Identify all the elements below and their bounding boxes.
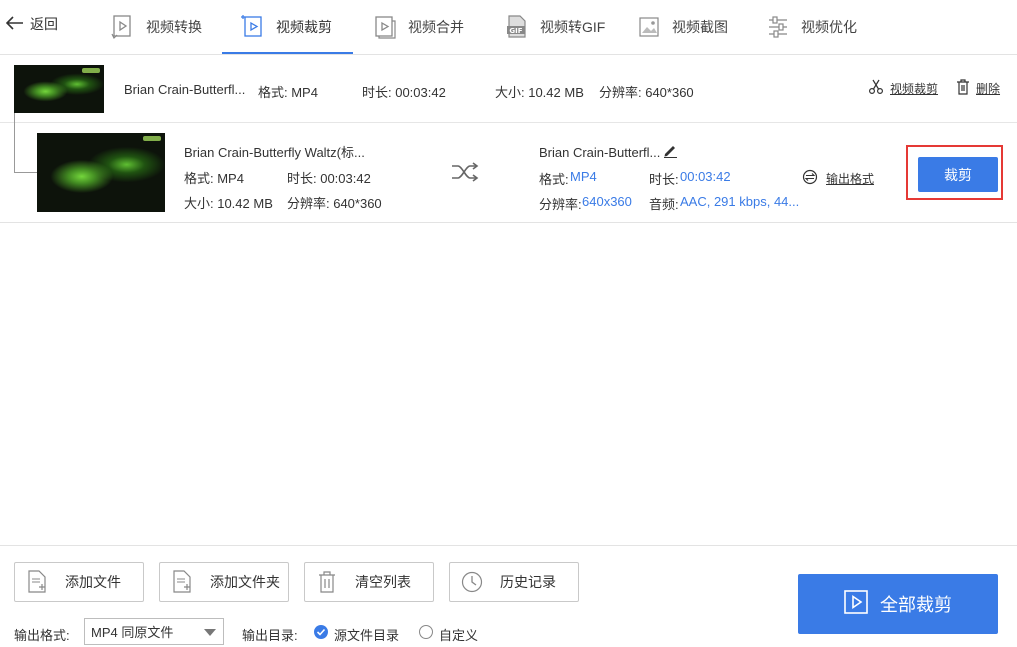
crop-button[interactable]: 裁剪 [918, 157, 998, 192]
radio-custom-dir[interactable] [419, 625, 433, 639]
screenshot-icon [636, 14, 662, 40]
file-thumbnail[interactable] [14, 65, 104, 113]
output-format-label: 格式: [539, 172, 569, 187]
tab-video-convert[interactable]: 视频转换 [110, 0, 202, 54]
play-icon [844, 589, 868, 619]
back-button[interactable]: 返回 [5, 12, 58, 36]
trash-icon [315, 570, 339, 594]
delete-link[interactable]: 删除 [956, 79, 1000, 98]
source-format: 格式: MP4 [184, 171, 244, 186]
add-folder-label: 添加文件夹 [210, 574, 280, 590]
tab-video-crop[interactable]: 视频裁剪 [240, 0, 332, 54]
tab-label: 视频合并 [408, 19, 464, 35]
output-resolution-label: 分辨率: [539, 197, 582, 212]
chevron-down-icon [204, 629, 216, 636]
video-merge-icon [372, 14, 398, 40]
radio-custom-dir-label[interactable]: 自定义 [439, 625, 478, 644]
radio-source-dir[interactable] [314, 625, 328, 639]
shuffle-arrow-icon [451, 162, 479, 185]
bottom-divider [0, 545, 1017, 546]
tab-label: 视频裁剪 [276, 19, 332, 35]
tab-label: 视频转换 [146, 19, 202, 35]
video-convert-icon [110, 14, 136, 40]
tab-video-optimize[interactable]: 视频优化 [765, 0, 857, 54]
output-format-value: MP4 [570, 169, 597, 184]
output-resolution-value: 640x360 [582, 194, 632, 209]
add-folder-button[interactable]: 添加文件夹 [159, 562, 289, 602]
arrow-left-icon [5, 15, 24, 33]
add-file-label: 添加文件 [65, 574, 121, 590]
output-format-link[interactable]: 输出格式 [802, 169, 874, 188]
history-button[interactable]: 历史记录 [449, 562, 579, 602]
add-file-icon [25, 570, 49, 594]
scissors-icon [868, 79, 884, 98]
output-audio-label: 音频: [649, 197, 679, 212]
source-size: 大小: 10.42 MB [184, 196, 273, 211]
crop-video-link[interactable]: 视频裁剪 [868, 79, 938, 98]
output-duration-label: 时长: [649, 172, 679, 187]
source-name: Brian Crain-Butterfly Waltz(标... [184, 145, 365, 160]
back-label: 返回 [30, 16, 58, 32]
tab-label: 视频优化 [801, 19, 857, 35]
radio-source-dir-label[interactable]: 源文件目录 [334, 625, 399, 644]
clear-list-label: 清空列表 [355, 574, 411, 590]
add-folder-icon [170, 570, 194, 594]
output-format-label: 输出格式: [14, 628, 70, 643]
file-format: 格式: MP4 [258, 85, 318, 100]
tab-label: 视频转GIF [540, 19, 606, 35]
clock-icon [460, 570, 484, 594]
file-name: Brian Crain-Butterfl... [124, 82, 246, 97]
tab-video-to-gif[interactable]: GIF 视频转GIF [504, 0, 605, 54]
source-thumbnail[interactable] [37, 133, 165, 212]
crop-all-label: 全部裁剪 [880, 595, 952, 615]
output-name: Brian Crain-Butterfl... [539, 145, 661, 160]
output-dir-label: 输出目录: [242, 628, 298, 643]
add-file-button[interactable]: 添加文件 [14, 562, 144, 602]
trash-icon [956, 79, 970, 98]
tab-video-screenshot[interactable]: 视频截图 [636, 0, 728, 54]
source-duration: 时长: 00:03:42 [287, 171, 371, 186]
output-format-select[interactable]: MP4 同原文件 [84, 618, 224, 645]
output-format-select-value: MP4 同原文件 [91, 625, 174, 640]
video-crop-icon [240, 14, 266, 40]
output-audio-value: AAC, 291 kbps, 44... [680, 194, 800, 209]
optimize-icon [765, 14, 791, 40]
gif-icon: GIF [504, 14, 530, 40]
file-duration: 时长: 00:03:42 [362, 85, 446, 100]
tab-label: 视频截图 [672, 19, 728, 35]
source-resolution: 分辨率: 640*360 [287, 196, 382, 211]
crop-video-link-label: 视频裁剪 [890, 82, 939, 96]
tab-video-merge[interactable]: 视频合并 [372, 0, 464, 54]
crop-all-button[interactable]: 全部裁剪 [798, 574, 998, 634]
output-duration-value: 00:03:42 [680, 169, 731, 184]
clear-list-button[interactable]: 清空列表 [304, 562, 434, 602]
svg-text:GIF: GIF [509, 27, 522, 35]
edit-name-icon[interactable] [663, 143, 678, 161]
file-resolution: 分辨率: 640*360 [599, 85, 694, 100]
output-format-icon [802, 169, 818, 188]
history-label: 历史记录 [500, 574, 556, 590]
file-size: 大小: 10.42 MB [495, 85, 584, 100]
delete-link-label: 删除 [976, 82, 1001, 96]
active-tab-indicator [222, 52, 353, 54]
output-format-link-label: 输出格式 [826, 172, 875, 186]
